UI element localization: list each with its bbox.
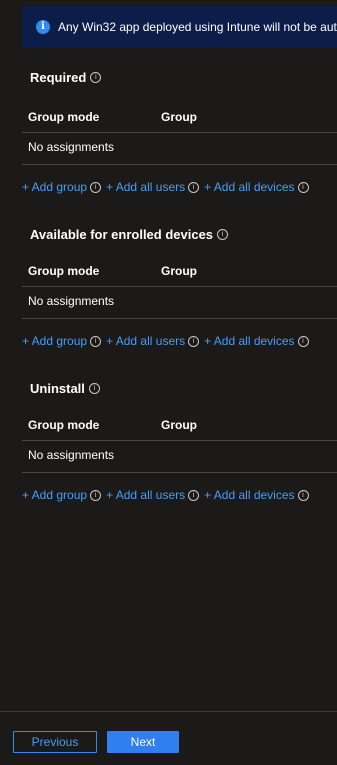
previous-button[interactable]: Previous xyxy=(13,731,97,753)
section-title-label: Required xyxy=(30,70,87,85)
info-icon: i xyxy=(36,20,50,34)
next-button[interactable]: Next xyxy=(107,731,179,753)
info-icon[interactable]: i xyxy=(297,335,309,347)
info-banner: i Any Win32 app deployed using Intune wi… xyxy=(22,6,337,48)
wizard-footer: Previous Next xyxy=(0,711,337,765)
add-all-users-link[interactable]: + Add all users xyxy=(106,180,185,194)
column-header-group: Group xyxy=(161,264,197,278)
table-row: No assignments xyxy=(22,287,337,319)
info-icon[interactable]: i xyxy=(188,489,200,501)
add-all-devices-link[interactable]: + Add all devices xyxy=(204,488,294,502)
info-icon[interactable]: i xyxy=(188,181,200,193)
info-icon[interactable]: i xyxy=(90,181,102,193)
section-title: Uninstall i xyxy=(30,381,100,396)
info-icon[interactable]: i xyxy=(297,181,309,193)
section-actions: + Add group i + Add all users i + Add al… xyxy=(22,334,314,348)
add-all-devices-link[interactable]: + Add all devices xyxy=(204,334,294,348)
section-actions: + Add group i + Add all users i + Add al… xyxy=(22,488,314,502)
add-all-devices-link[interactable]: + Add all devices xyxy=(204,180,294,194)
column-header-group-mode: Group mode xyxy=(28,264,100,278)
add-group-link[interactable]: + Add group xyxy=(22,334,87,348)
section-actions: + Add group i + Add all users i + Add al… xyxy=(22,180,314,194)
info-icon[interactable]: i xyxy=(90,489,102,501)
assignments-table: Group mode Group No assignments xyxy=(22,100,337,165)
table-row: No assignments xyxy=(22,441,337,473)
empty-state-text: No assignments xyxy=(28,448,115,462)
column-header-group: Group xyxy=(161,418,197,432)
column-header-group: Group xyxy=(161,110,197,124)
info-icon[interactable]: i xyxy=(90,335,102,347)
table-header: Group mode Group xyxy=(22,100,337,133)
table-row: No assignments xyxy=(22,133,337,165)
section-title: Available for enrolled devices i xyxy=(30,227,229,242)
add-group-link[interactable]: + Add group xyxy=(22,180,87,194)
section-title-label: Uninstall xyxy=(30,381,85,396)
info-icon[interactable]: i xyxy=(217,229,229,240)
add-all-users-link[interactable]: + Add all users xyxy=(106,334,185,348)
add-group-link[interactable]: + Add group xyxy=(22,488,87,502)
empty-state-text: No assignments xyxy=(28,140,115,154)
table-header: Group mode Group xyxy=(22,408,337,441)
info-icon[interactable]: i xyxy=(88,383,100,394)
assignments-table: Group mode Group No assignments xyxy=(22,254,337,319)
info-icon[interactable]: i xyxy=(90,72,102,83)
column-header-group-mode: Group mode xyxy=(28,418,100,432)
assignments-table: Group mode Group No assignments xyxy=(22,408,337,473)
section-title: Required i xyxy=(30,70,102,85)
info-icon[interactable]: i xyxy=(297,489,309,501)
banner-text: Any Win32 app deployed using Intune will… xyxy=(58,20,337,34)
column-header-group-mode: Group mode xyxy=(28,110,100,124)
assignments-page: i Any Win32 app deployed using Intune wi… xyxy=(0,0,337,765)
table-header: Group mode Group xyxy=(22,254,337,287)
empty-state-text: No assignments xyxy=(28,294,115,308)
add-all-users-link[interactable]: + Add all users xyxy=(106,488,185,502)
info-icon[interactable]: i xyxy=(188,335,200,347)
section-title-label: Available for enrolled devices xyxy=(30,227,214,242)
